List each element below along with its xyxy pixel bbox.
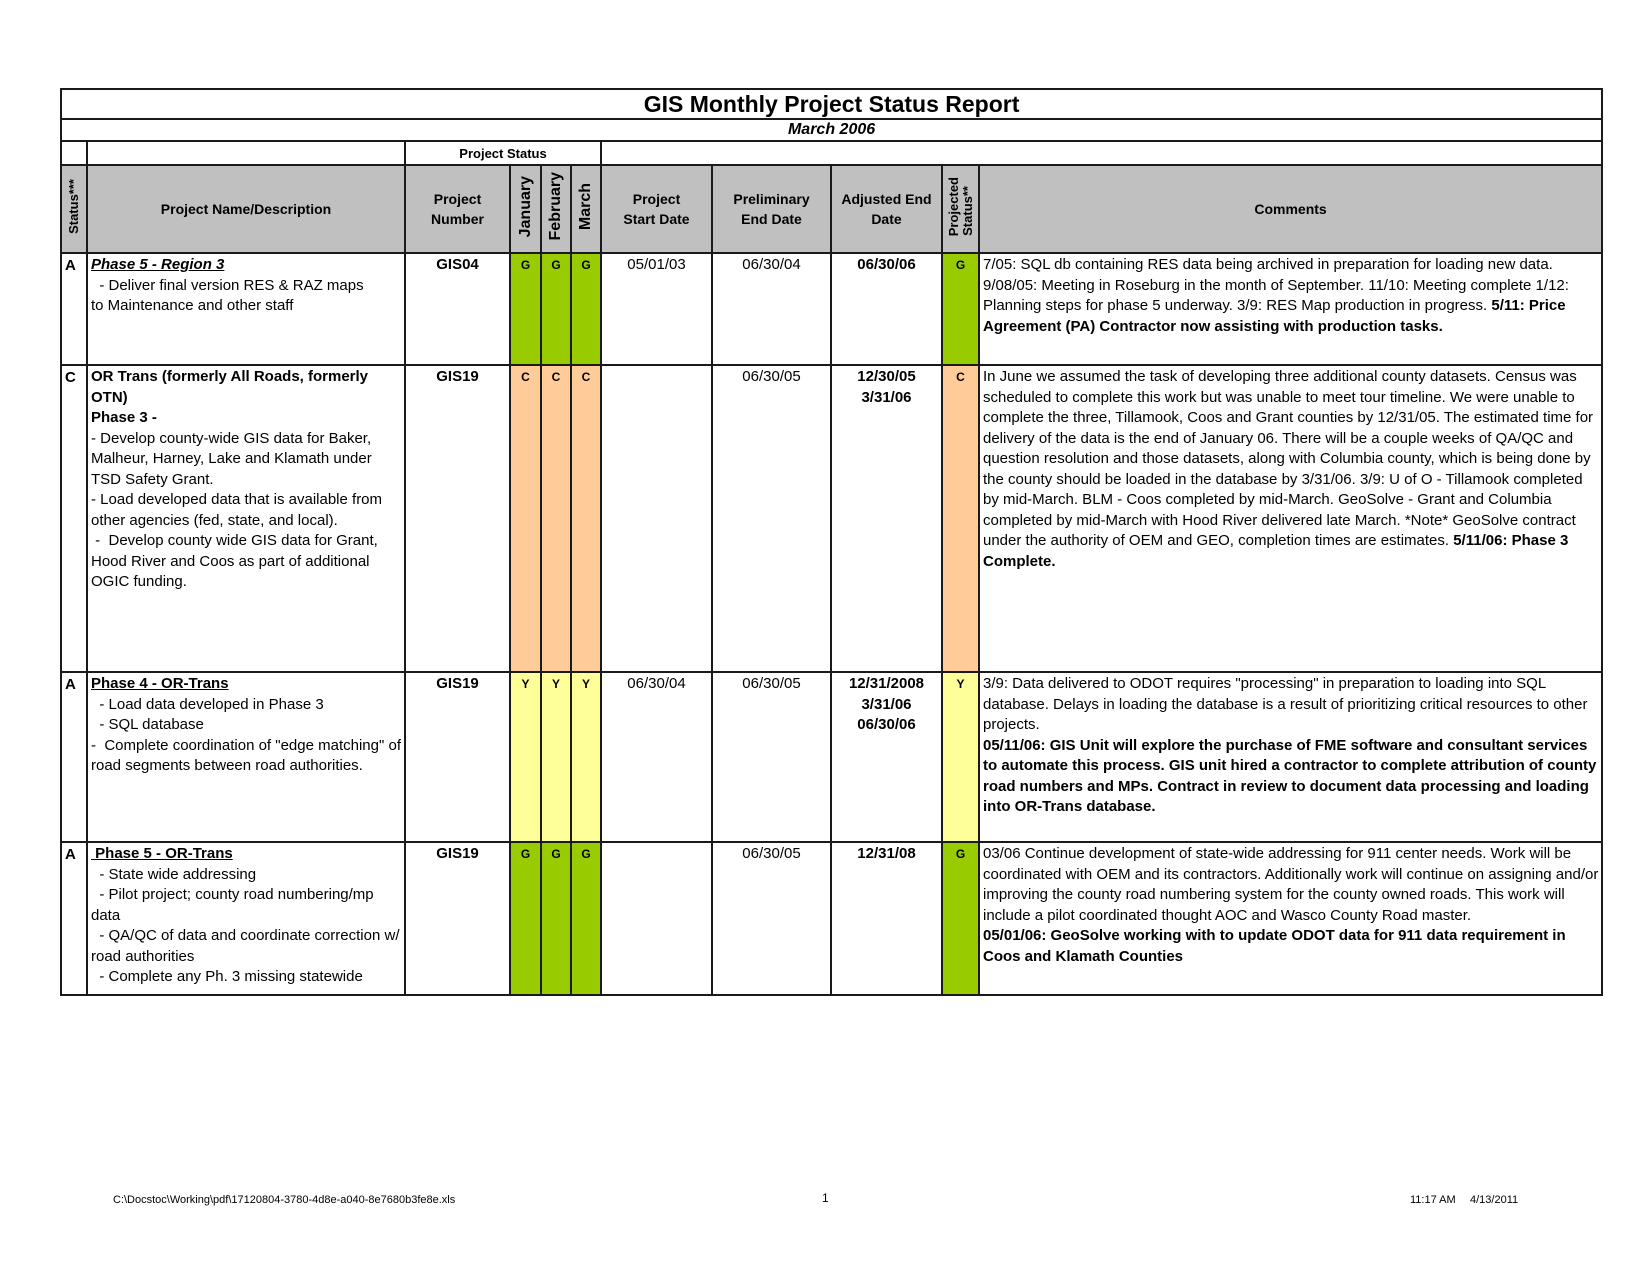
report-subtitle: March 2006	[59, 118, 1604, 142]
comments-cell: 7/05: SQL db containing RES data being a…	[977, 252, 1604, 366]
comments-cell: In June we assumed the task of developin…	[977, 364, 1604, 673]
projected-status-cell: Y	[941, 671, 980, 843]
group-blank-name	[86, 140, 406, 166]
month-status-february: G	[540, 252, 572, 366]
start-date-cell	[600, 364, 713, 673]
month-status-january: G	[509, 252, 542, 366]
project-name-cell: Phase 4 - OR-Trans - Load data developed…	[86, 671, 406, 843]
preliminary-end-cell: 06/30/05	[711, 364, 832, 673]
table-row: C OR Trans (formerly All Roads, formerly…	[60, 364, 1604, 673]
start-date-cell	[600, 841, 713, 996]
table-row: A Phase 4 - OR-Trans - Load data develop…	[60, 671, 1604, 843]
preliminary-end-cell: 06/30/05	[711, 671, 832, 843]
project-description: - Develop county-wide GIS data for Baker…	[91, 429, 372, 488]
project-title: Phase 5 - OR-Trans	[91, 845, 233, 862]
month-status-march: G	[570, 252, 602, 366]
adjusted-end-cell: 12/31/2008 3/31/06 06/30/06	[830, 671, 943, 843]
project-number-cell: GIS04	[404, 252, 511, 366]
month-status-january: Y	[509, 671, 542, 843]
header-adjusted-end: Adjusted End Date	[830, 164, 943, 254]
project-description: - SQL database	[91, 716, 204, 733]
project-name-cell: Phase 5 - Region 3 - Deliver final versi…	[86, 252, 406, 366]
preliminary-end-cell: 06/30/04	[711, 252, 832, 366]
project-name-cell: Phase 5 - OR-Trans - State wide addressi…	[86, 841, 406, 996]
header-projected-status: ProjectedStatus**	[941, 164, 980, 254]
comments-cell: 03/06 Continue development of state-wide…	[977, 841, 1604, 996]
project-number-cell: GIS19	[404, 364, 511, 673]
month-status-february: C	[540, 364, 572, 673]
project-description: - Load developed data that is available …	[91, 491, 383, 529]
status-cell: A	[60, 671, 88, 843]
project-title: Phase 4 - OR-Trans	[91, 675, 229, 692]
project-number-cell: GIS19	[404, 671, 511, 843]
footer-time: 11:17 AM	[1410, 1194, 1456, 1206]
month-status-march: G	[570, 841, 602, 996]
start-date-cell: 06/30/04	[600, 671, 713, 843]
adjusted-end-cell: 12/31/08	[830, 841, 943, 996]
project-phase: Phase 3 -	[91, 409, 157, 426]
project-title: OR Trans (formerly All Roads, formerly O…	[91, 368, 369, 406]
month-status-march: Y	[570, 671, 602, 843]
project-number-cell: GIS19	[404, 841, 511, 996]
table-row: A Phase 5 - OR-Trans - State wide addres…	[60, 841, 1604, 996]
project-description: - Develop county wide GIS data for Grant…	[91, 532, 382, 590]
projected-status-cell: G	[941, 252, 980, 366]
projected-status-cell: C	[941, 364, 980, 673]
header-month-march: March	[570, 164, 602, 254]
footer-file-path: C:\Docstoc\Working\pdf\17120804-3780-4d8…	[113, 1194, 456, 1206]
project-description: - Load data developed in Phase 3	[91, 695, 324, 713]
project-description: - State wide addressing	[91, 865, 257, 883]
month-status-january: G	[509, 841, 542, 996]
comments-cell: 3/9: Data delivered to ODOT requires "pr…	[977, 671, 1604, 843]
projected-status-cell: G	[941, 841, 980, 996]
preliminary-end-cell: 06/30/05	[711, 841, 832, 996]
project-description: to Maintenance and other staff	[91, 297, 294, 314]
status-cell: A	[60, 841, 88, 996]
group-blank-left	[60, 140, 88, 166]
header-status: Status***	[60, 164, 88, 254]
header-comments: Comments	[977, 164, 1604, 254]
month-status-january: C	[509, 364, 542, 673]
header-start-date: Project Start Date	[600, 164, 713, 254]
header-month-january: January	[509, 164, 542, 254]
adjusted-end-cell: 06/30/06	[830, 252, 943, 366]
month-status-february: G	[540, 841, 572, 996]
project-description: - Complete any Ph. 3 missing statewide	[91, 968, 363, 985]
table-row: A Phase 5 - Region 3 - Deliver final ver…	[60, 252, 1604, 366]
report-sheet: GIS Monthly Project Status Report March …	[59, 88, 1604, 996]
project-description: - Complete coordination of "edge matchin…	[91, 736, 406, 775]
adjusted-end-cell: 12/30/05 3/31/06	[830, 364, 943, 673]
project-description: - QA/QC of data and coordinate correctio…	[91, 927, 404, 965]
project-status-group-label: Project Status	[404, 140, 602, 166]
project-description: - Deliver final version RES & RAZ maps	[91, 276, 364, 294]
month-status-march: C	[570, 364, 602, 673]
header-project-number: Project Number	[404, 164, 511, 254]
header-month-february: February	[540, 164, 572, 254]
start-date-cell: 05/01/03	[600, 252, 713, 366]
footer-page-number: 1	[822, 1191, 829, 1205]
footer-date: 4/13/2011	[1470, 1194, 1519, 1206]
group-blank-right	[599, 140, 1604, 166]
report-title: GIS Monthly Project Status Report	[59, 88, 1604, 120]
header-project-name: Project Name/Description	[86, 164, 406, 254]
status-cell: A	[60, 252, 88, 366]
status-cell: C	[60, 364, 88, 673]
status-report-table: GIS Monthly Project Status Report March …	[59, 88, 1604, 996]
project-description: - Pilot project; county road numbering/m…	[91, 886, 378, 924]
month-status-february: Y	[540, 671, 572, 843]
project-title: Phase 5 - Region 3	[91, 256, 225, 273]
project-name-cell: OR Trans (formerly All Roads, formerly O…	[86, 364, 406, 673]
header-preliminary-end: Preliminary End Date	[711, 164, 832, 254]
column-header-row: Status*** Project Name/Description Proje…	[60, 164, 1604, 254]
